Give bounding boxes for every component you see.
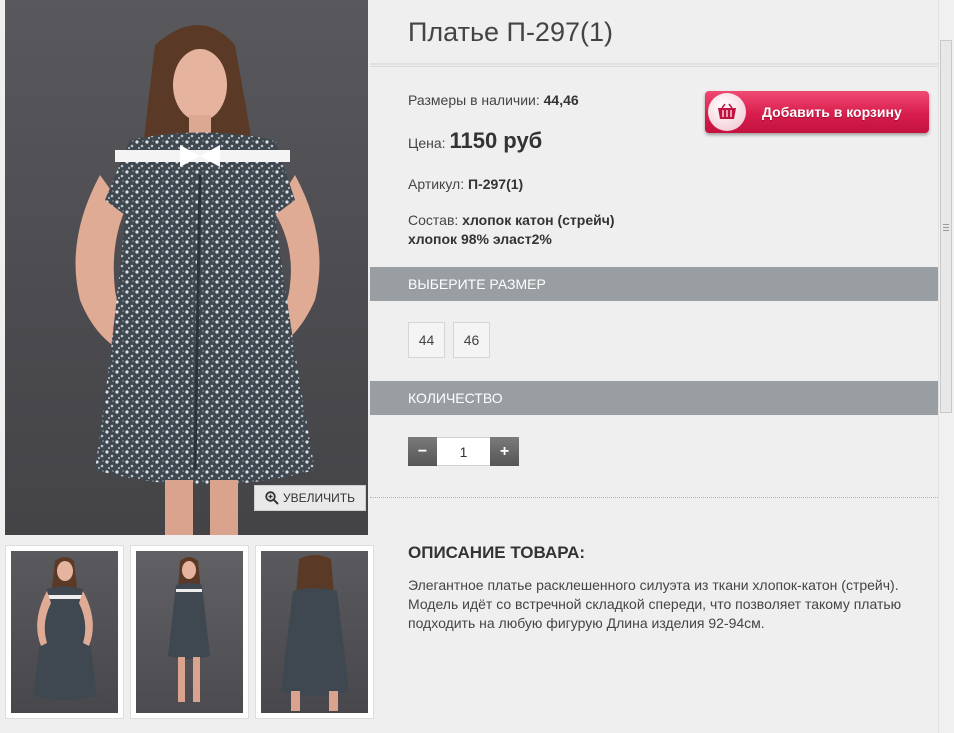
product-info-panel: Платье П-297(1) Размеры в наличии: 44,46… xyxy=(370,0,938,733)
description-text: Элегантное платье расклешенного силуэта … xyxy=(408,577,902,631)
composition-value: хлопок катон (стрейч) xyxy=(462,212,615,228)
size-section-header: ВЫБЕРИТЕ РАЗМЕР xyxy=(370,267,938,301)
thumbnail-image xyxy=(261,551,368,713)
main-product-photo[interactable]: УВЕЛИЧИТЬ xyxy=(5,0,368,535)
available-sizes-label: Размеры в наличии: xyxy=(408,92,540,108)
thumbnail-1[interactable] xyxy=(5,545,124,719)
size-option-46[interactable]: 46 xyxy=(453,322,490,358)
section-divider xyxy=(370,497,938,498)
article: Артикул: П-297(1) xyxy=(408,176,523,192)
product-title: Платье П-297(1) xyxy=(408,17,613,47)
thumbnail-3[interactable] xyxy=(255,545,374,719)
zoom-in-icon xyxy=(265,491,279,505)
zoom-button[interactable]: УВЕЛИЧИТЬ xyxy=(254,485,366,511)
thumbnail-2[interactable] xyxy=(130,545,249,719)
size-options: 44 46 xyxy=(408,322,490,358)
composition-value-line2: хлопок 98% эласт2% xyxy=(408,231,552,247)
available-sizes: Размеры в наличии: 44,46 xyxy=(408,92,579,108)
basket-icon xyxy=(708,93,746,131)
price: Цена: 1150 руб xyxy=(408,128,542,154)
add-to-cart-button[interactable]: Добавить в корзину xyxy=(705,91,929,133)
thumbnail-image xyxy=(136,551,243,713)
zoom-label: УВЕЛИЧИТЬ xyxy=(283,491,355,505)
composition-label: Состав: xyxy=(408,212,459,228)
quantity-increase-button[interactable]: + xyxy=(490,437,519,466)
add-to-cart-label: Добавить в корзину xyxy=(762,104,902,120)
size-option-44[interactable]: 44 xyxy=(408,322,445,358)
quantity-section-header: КОЛИЧЕСТВО xyxy=(370,381,938,415)
thumbnail-image xyxy=(11,551,118,713)
quantity-decrease-button[interactable]: − xyxy=(408,437,437,466)
available-sizes-value: 44,46 xyxy=(543,92,579,108)
dress-model-image xyxy=(75,25,320,535)
description-title: ОПИСАНИЕ ТОВАРА: xyxy=(408,543,586,562)
composition: Состав: хлопок катон (стрейч) хлопок 98%… xyxy=(408,211,615,249)
quantity-input[interactable] xyxy=(437,437,490,466)
article-value: П-297(1) xyxy=(467,176,524,192)
scrollbar-grip-icon xyxy=(943,224,949,233)
title-divider xyxy=(370,63,938,67)
price-label: Цена: xyxy=(408,135,446,151)
quantity-stepper: − + xyxy=(408,437,519,466)
article-label: Артикул: xyxy=(408,176,465,192)
price-value: 1150 руб xyxy=(449,128,543,153)
thumbnail-strip xyxy=(5,545,374,720)
